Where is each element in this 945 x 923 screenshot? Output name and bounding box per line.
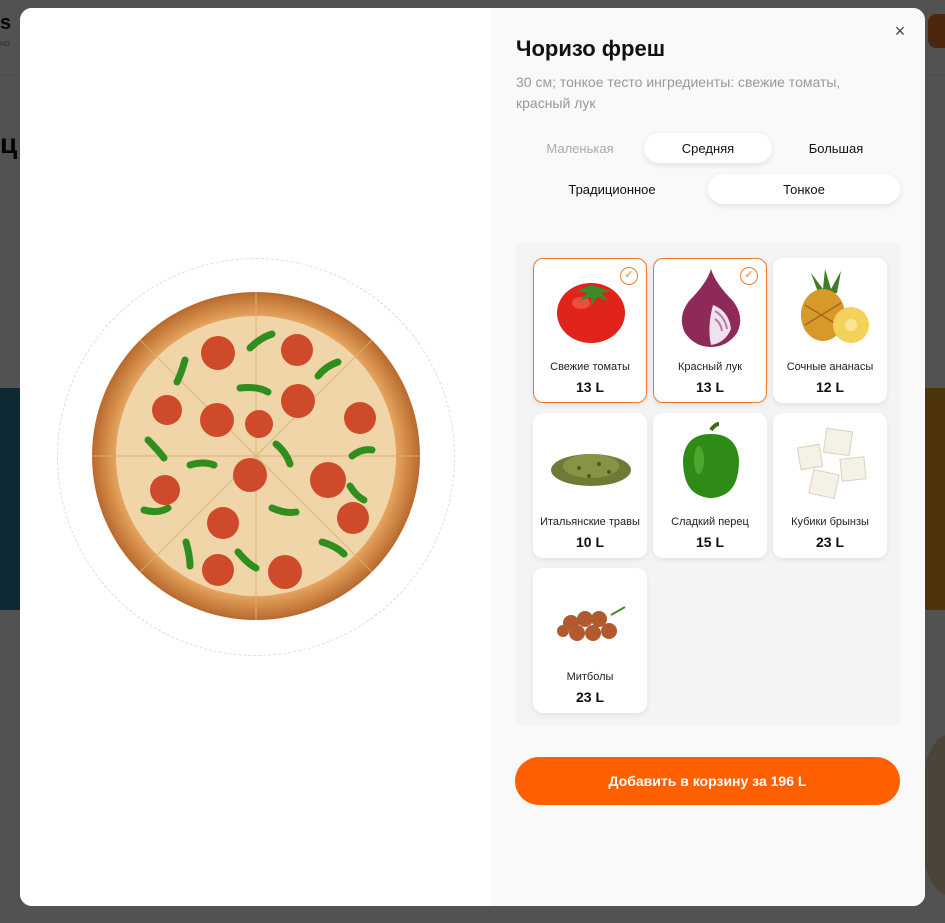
close-icon[interactable]: × [889,20,911,42]
product-description: 30 см; тонкое тесто ингредиенты: свежие … [516,74,841,111]
size-option-small[interactable]: Маленькая [516,133,644,163]
selected-check-icon: ✓ [740,267,758,285]
selected-check-icon: ✓ [620,267,638,285]
product-title: Чоризо фреш [516,36,666,61]
dough-option-traditional[interactable]: Традиционное [516,174,708,204]
size-option-medium[interactable]: Средняя [644,133,772,163]
pineapple-icon [801,269,869,343]
meatballs-icon [557,606,626,641]
ingredient-price: 13 L [575,379,604,395]
product-options-panel: × Чоризо фреш 30 см; тонкое тесто ингред… [491,8,925,906]
ingredient-name: Итальянские травы [540,516,640,528]
ingredient-card-herbs[interactable]: Итальянские травы 10 L [533,413,647,558]
ingredient-price: 10 L [575,534,604,550]
bell-pepper-icon [683,422,739,498]
ingredient-card-red-onion[interactable]: ✓ Красный лук 13 L [653,258,767,403]
dough-selector: Традиционное Тонкое [516,174,900,204]
ingredient-price: 15 L [695,534,724,550]
ingredients-panel: ✓ Свежие томаты 13 L ✓ Красный лук 13 L [516,241,900,727]
pizza-image [92,292,420,620]
ingredient-name: Кубики брынзы [791,516,869,528]
ingredient-price: 23 L [815,534,844,550]
ingredient-card-cheese-cubes[interactable]: Кубики брынзы 23 L [773,413,887,558]
size-option-large[interactable]: Большая [772,133,900,163]
ingredient-name: Сочные ананасы [786,361,874,373]
ingredient-price: 13 L [695,379,724,395]
ingredient-price: 12 L [815,379,844,395]
add-to-cart-button[interactable]: Добавить в корзину за 196 L [515,757,900,805]
product-image-panel [20,8,491,906]
ingredient-name: Сладкий перец [671,516,749,528]
dough-option-thin[interactable]: Тонкое [708,174,900,204]
ingredient-card-meatballs[interactable]: Митболы 23 L [533,568,647,713]
cheese-cubes-icon [796,427,867,500]
herbs-icon [551,454,631,486]
ingredient-card-pineapple[interactable]: Сочные ананасы 12 L [773,258,887,403]
ingredient-card-tomato[interactable]: ✓ Свежие томаты 13 L [533,258,647,403]
ingredient-card-bell-pepper[interactable]: Сладкий перец 15 L [653,413,767,558]
ingredient-name: Митболы [566,671,614,683]
product-modal: × Чоризо фреш 30 см; тонкое тесто ингред… [20,8,925,906]
ingredient-name: Красный лук [677,361,743,373]
ingredient-price: 23 L [575,689,604,705]
size-selector: Маленькая Средняя Большая [516,133,900,163]
ingredient-name: Свежие томаты [550,361,630,373]
